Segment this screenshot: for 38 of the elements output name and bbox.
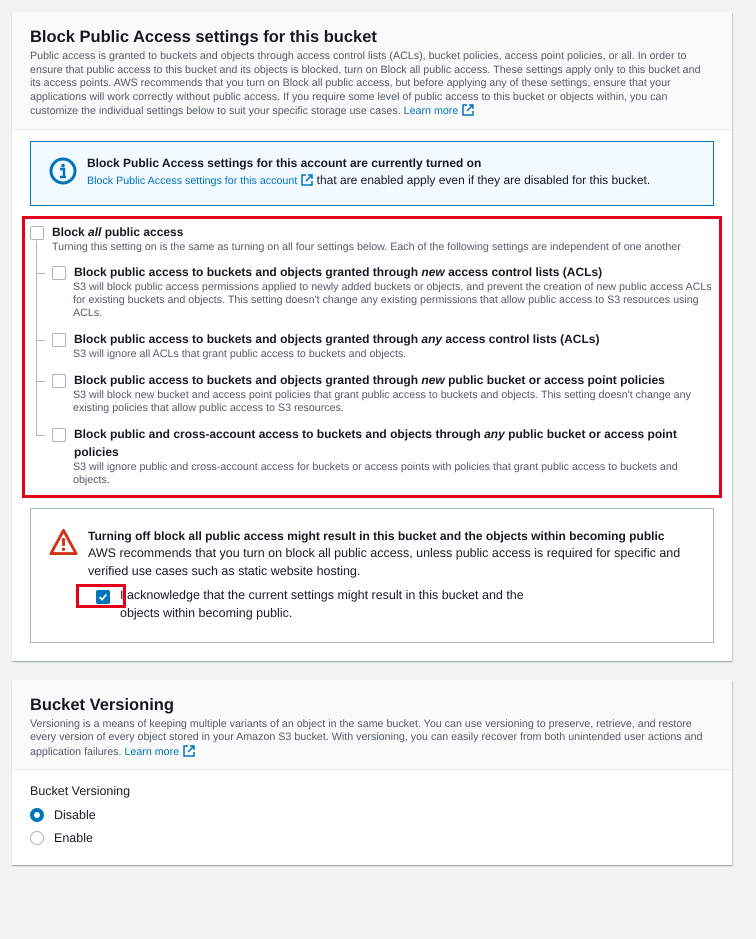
option-label: Block public access to buckets and objects granted through any access control lists (ACLs) (74, 330, 600, 348)
external-link-icon (183, 744, 196, 756)
checkbox[interactable] (52, 428, 66, 442)
radio-button[interactable] (30, 808, 44, 822)
checkbox[interactable] (96, 590, 110, 604)
option-description: S3 will block new bucket and access point policies that grant public access to buckets and objects. This setting doesn't change any existing policies that allow public access to S3 resources. (72, 388, 692, 414)
acknowledge-label: I acknowledge that the current settings might result in this bucket and the objects within becoming public. (120, 586, 525, 622)
warning-icon (49, 528, 78, 556)
account-settings-link[interactable]: Block Public Access settings for this account (87, 174, 314, 186)
checkbox[interactable] (52, 332, 66, 346)
option-description: S3 will block public access permissions applied to newly added buckets or objects, and prevent the creation of new public access ACLs for existing buckets and objects. This setting doesn't change any existing permissions that allow public access to S3 resources using ACLs. (72, 280, 713, 320)
option-label: Block all public access (52, 224, 184, 240)
option-description: S3 will ignore all ACLs that grant public access to buckets and objects. (72, 348, 408, 360)
section-description: Versioning is a means of keeping multiple variants of an object in the same bucket. You can use versioning to preserve, retrieve, and restore every version of every object stored in your Amazon S3 bucket. With versioning, you can easily recover from both unintended user actions and application failures. Learn more (30, 718, 704, 759)
section-description: Public access is granted to buckets and objects through access control lists (ACLs), bucket policies, access point policies, or all. In order to ensure that public access to this bucket and its objects is blocked, turn on Block all public access. These settings apply only to this bucket and its access points. AWS recommends that you turn on Block all public access, but before applying any of these settings, ensure that your applications will work correctly without public access. If you require some level of public access to this bucket or objects within, you can customize the individual settings below to suit your specific storage use cases. Learn more (30, 50, 702, 118)
alert-text: that are enabled apply even if they are disabled for this bucket. (316, 172, 650, 186)
external-link-icon (462, 104, 474, 116)
checkbox[interactable] (52, 266, 66, 280)
section-title: Bucket Versioning (30, 696, 175, 714)
radio-label: Disable (54, 808, 96, 822)
radio-label: Enable (54, 830, 93, 844)
learn-more-link[interactable]: Learn more (124, 746, 196, 758)
option-label: Block public and cross-account access to buckets and objects through any public bucket or access point policies (74, 426, 678, 460)
option-description: S3 will ignore public and cross-account access for buckets or access points with policies that grant public access to buckets and objects. (72, 460, 679, 486)
checkbox[interactable] (30, 226, 44, 240)
checkbox[interactable] (52, 374, 66, 388)
warning-title: Turning off block all public access might result in this bucket and the objects within becoming public (88, 528, 666, 544)
external-link-icon (301, 174, 314, 186)
option-label: Block public access to buckets and objects granted through new access control lists (ACLs) (74, 264, 602, 280)
field-label: Bucket Versioning (30, 784, 132, 798)
section-title: Block Public Access settings for this bucket (30, 28, 378, 47)
option-description: Turning this setting on is the same as turning on all four settings below. Each of the following settings are independent of one another (36, 240, 716, 264)
alert-title: Block Public Access settings for this account are currently turned on (87, 156, 482, 170)
radio-button[interactable] (30, 830, 44, 844)
option-label: Block public access to buckets and objects granted through new public bucket or access point policies (74, 372, 665, 388)
info-icon (49, 157, 77, 185)
warning-text: AWS recommends that you turn on block all public access, unless public access is required for specific and verified use cases such as static website hosting. (88, 544, 682, 580)
learn-more-link[interactable]: Learn more (404, 105, 474, 117)
